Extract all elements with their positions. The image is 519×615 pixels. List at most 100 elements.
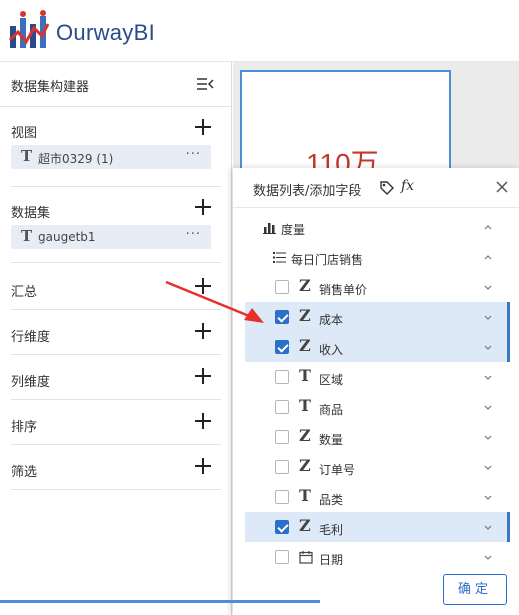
builder-title: 数据集构建器 xyxy=(11,80,90,95)
field-row[interactable]: Z 销售单价 xyxy=(245,272,507,302)
field-checkbox[interactable] xyxy=(275,400,289,414)
scrollbar[interactable] xyxy=(0,600,320,603)
field-checkbox[interactable] xyxy=(275,460,289,474)
numeric-type-icon: Z xyxy=(299,336,311,355)
row-dimension-label: 行维度 xyxy=(11,330,51,345)
field-row[interactable]: Z 毛利 xyxy=(245,512,510,542)
dataset-chip[interactable]: T gaugetb1 ··· xyxy=(11,225,211,249)
logo-icon xyxy=(8,10,50,48)
dataset-chip-label: gaugetb1 xyxy=(38,230,96,244)
field-checkbox[interactable] xyxy=(275,520,289,534)
text-type-icon: T xyxy=(299,486,311,505)
field-list-panel: 数据列表/添加字段 fx 度量 每日门店销售 Z 销售单价 Z 成本 Z 收入 … xyxy=(233,168,519,615)
text-type-icon: T xyxy=(21,227,33,245)
view-chip-label: 超市0329 (1) xyxy=(38,152,114,166)
field-checkbox[interactable] xyxy=(275,340,289,354)
add-sort-plus-icon[interactable] xyxy=(195,413,211,429)
numeric-type-icon: Z xyxy=(299,276,311,295)
field-checkbox[interactable] xyxy=(275,310,289,324)
add-dataset-plus-icon[interactable] xyxy=(195,199,211,215)
field-checkbox[interactable] xyxy=(275,430,289,444)
confirm-button[interactable]: 确定 xyxy=(443,574,507,605)
view-label: 视图 xyxy=(11,126,38,141)
dataset-builder-panel: 数据集构建器 视图 T 超市0329 (1) ··· 数据集 T gaugetb… xyxy=(0,62,232,615)
close-icon[interactable] xyxy=(495,180,509,194)
numeric-type-icon: Z xyxy=(299,516,311,535)
more-options-icon[interactable]: ··· xyxy=(186,227,201,242)
more-options-icon[interactable]: ··· xyxy=(186,147,201,162)
field-row[interactable]: T 商品 xyxy=(245,392,507,422)
view-chip[interactable]: T 超市0329 (1) ··· xyxy=(11,145,211,169)
column-dimension-label: 列维度 xyxy=(11,375,51,390)
field-row[interactable]: Z 收入 xyxy=(245,332,510,362)
add-column-dimension-plus-icon[interactable] xyxy=(195,368,211,384)
text-type-icon: T xyxy=(299,396,311,415)
chevron-up-icon[interactable] xyxy=(483,222,493,232)
numeric-type-icon: Z xyxy=(299,426,311,445)
field-label: 商品 xyxy=(319,403,344,417)
chevron-down-icon[interactable] xyxy=(483,492,493,502)
divider xyxy=(11,399,221,400)
summary-label: 汇总 xyxy=(11,285,38,300)
field-label: 品类 xyxy=(319,493,344,507)
filter-label: 筛选 xyxy=(11,465,38,480)
divider xyxy=(11,262,221,263)
tag-icon[interactable] xyxy=(379,180,395,196)
chevron-down-icon[interactable] xyxy=(483,282,493,292)
field-row[interactable]: 日期 xyxy=(245,542,507,566)
app-header: OurwayBI xyxy=(0,0,519,62)
field-row[interactable]: Z 成本 xyxy=(245,302,510,332)
dataset-label: 数据集 xyxy=(11,206,51,221)
divider xyxy=(11,444,221,445)
calendar-icon xyxy=(299,551,313,564)
bar-chart-icon xyxy=(263,223,276,234)
field-label: 订单号 xyxy=(319,463,356,477)
field-checkbox[interactable] xyxy=(275,370,289,384)
field-row[interactable]: T 品类 xyxy=(245,482,507,512)
field-panel-header: 数据列表/添加字段 fx xyxy=(233,168,519,208)
field-label: 数量 xyxy=(319,433,344,447)
divider xyxy=(11,489,221,490)
chevron-down-icon[interactable] xyxy=(483,552,493,562)
field-label: 收入 xyxy=(319,343,344,357)
list-icon xyxy=(273,252,286,263)
field-label: 区域 xyxy=(319,373,344,387)
selection-accent xyxy=(507,302,510,332)
field-row[interactable]: Z 订单号 xyxy=(245,452,507,482)
selection-accent xyxy=(507,512,510,542)
chevron-down-icon[interactable] xyxy=(483,522,493,532)
field-label: 毛利 xyxy=(319,523,344,537)
field-checkbox[interactable] xyxy=(275,550,289,564)
chevron-down-icon[interactable] xyxy=(483,372,493,382)
sort-label: 排序 xyxy=(11,420,38,435)
chevron-up-icon[interactable] xyxy=(483,252,493,262)
chevron-down-icon[interactable] xyxy=(483,432,493,442)
fx-formula-icon[interactable]: fx xyxy=(401,178,414,194)
add-view-plus-icon[interactable] xyxy=(195,119,211,135)
group-row-daily-store-sales[interactable]: 每日门店销售 xyxy=(245,243,507,273)
numeric-type-icon: Z xyxy=(299,456,311,475)
chevron-down-icon[interactable] xyxy=(483,312,493,322)
chevron-down-icon[interactable] xyxy=(483,462,493,472)
annotation-arrow-icon xyxy=(165,280,264,323)
group-label: 度量 xyxy=(281,223,306,237)
chevron-down-icon[interactable] xyxy=(483,342,493,352)
builder-title-row: 数据集构建器 xyxy=(0,62,232,107)
divider xyxy=(11,354,221,355)
group-label: 每日门店销售 xyxy=(291,253,364,267)
add-filter-plus-icon[interactable] xyxy=(195,458,211,474)
field-row[interactable]: T 区域 xyxy=(245,362,507,392)
field-checkbox[interactable] xyxy=(275,490,289,504)
field-label: 成本 xyxy=(319,313,344,327)
selection-accent xyxy=(507,332,510,362)
field-checkbox[interactable] xyxy=(275,280,289,294)
field-label: 销售单价 xyxy=(319,283,368,297)
field-row[interactable]: Z 数量 xyxy=(245,422,507,452)
numeric-type-icon: Z xyxy=(299,306,311,325)
group-row-measures[interactable]: 度量 xyxy=(245,213,507,243)
text-type-icon: T xyxy=(21,147,33,165)
logo-text: OurwayBI xyxy=(56,20,155,45)
collapse-panel-icon[interactable] xyxy=(196,77,214,91)
chevron-down-icon[interactable] xyxy=(483,402,493,412)
field-panel-title: 数据列表/添加字段 xyxy=(253,184,362,199)
